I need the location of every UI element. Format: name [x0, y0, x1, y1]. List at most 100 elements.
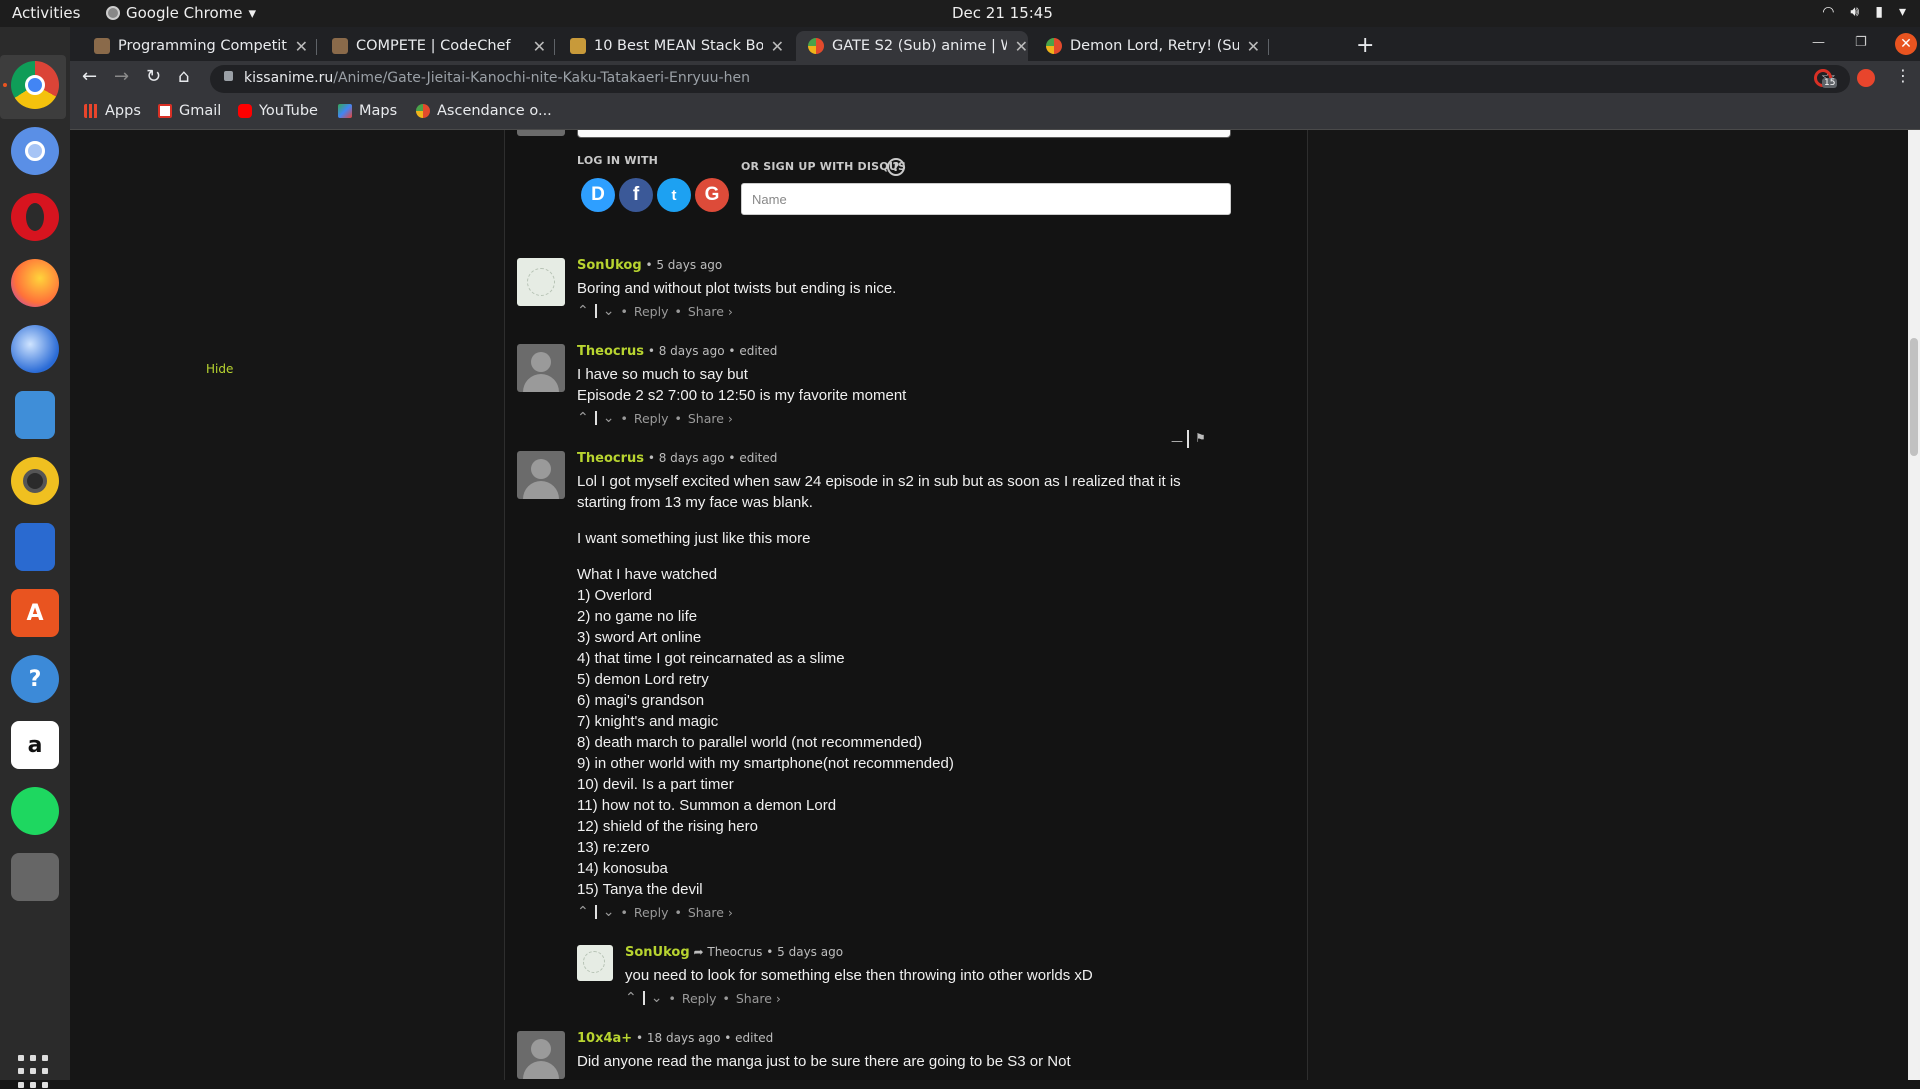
firefox-icon[interactable] — [11, 259, 59, 307]
show-applications-icon[interactable] — [18, 1055, 52, 1089]
username[interactable]: SonUkog — [625, 945, 690, 960]
reply-link[interactable]: Reply — [682, 991, 717, 1006]
hide-link[interactable]: Hide — [206, 362, 233, 376]
reply-link[interactable]: Reply — [634, 905, 669, 920]
url-host: kissanime.ru — [244, 70, 334, 86]
writer-icon[interactable] — [15, 523, 55, 571]
disqus-login-icon[interactable]: D — [581, 178, 615, 212]
downvote-icon[interactable]: ⌄ — [603, 303, 615, 319]
clock[interactable]: Dec 21 15:45 — [952, 4, 1053, 22]
reply-link[interactable]: Reply — [634, 304, 669, 319]
facebook-login-icon[interactable]: f — [619, 178, 653, 212]
reply-to-user[interactable]: Theocrus — [707, 945, 762, 959]
chrome-icon[interactable] — [11, 61, 59, 109]
comment-textbox[interactable] — [577, 130, 1231, 138]
upvote-icon[interactable]: ⌃ — [577, 303, 589, 319]
close-tab-icon[interactable]: ✕ — [771, 37, 784, 56]
username[interactable]: Theocrus — [577, 451, 644, 466]
comment-header: SonUkog ➦ Theocrus • 5 days ago — [625, 945, 843, 960]
trash-icon[interactable] — [11, 853, 59, 901]
tab-programming-competition[interactable]: Programming Competitio ✕ — [82, 31, 308, 61]
username[interactable]: SonUkog — [577, 258, 642, 273]
reload-button[interactable]: ↻ — [146, 66, 161, 87]
tab-codechef-compete[interactable]: COMPETE | CodeChef ✕ — [320, 31, 546, 61]
comment-header: Theocrus • 8 days ago • edited — [577, 344, 777, 359]
list-item: 12) shield of the rising hero — [577, 818, 758, 835]
wifi-icon: ◠ — [1822, 4, 1835, 20]
rhythmbox-icon[interactable] — [11, 457, 59, 505]
bookmark-youtube[interactable]: YouTube — [238, 103, 318, 119]
software-icon[interactable]: A — [11, 589, 59, 637]
reply-link[interactable]: Reply — [634, 411, 669, 426]
downvote-icon[interactable]: ⌄ — [651, 990, 663, 1006]
help-icon[interactable]: ? — [887, 158, 905, 176]
downvote-icon[interactable]: ⌄ — [603, 410, 615, 426]
flag-icon[interactable]: ⚑ — [1195, 431, 1206, 445]
upvote-icon[interactable]: ⌃ — [577, 410, 589, 426]
username[interactable]: Theocrus — [577, 344, 644, 359]
close-tab-icon[interactable]: ✕ — [1015, 37, 1028, 56]
forward-button[interactable]: → — [114, 66, 129, 87]
chromium-icon[interactable] — [11, 127, 59, 175]
list-item: 11) how not to. Summon a demon Lord — [577, 797, 837, 814]
close-tab-icon[interactable]: ✕ — [533, 37, 546, 56]
back-button[interactable]: ← — [82, 66, 97, 87]
comment-line: Episode 2 s2 7:00 to 12:50 is my favorit… — [577, 387, 907, 404]
avatar[interactable] — [517, 451, 565, 499]
avatar[interactable] — [517, 258, 565, 306]
list-item: 7) knight's and magic — [577, 713, 719, 730]
vote-divider — [642, 991, 645, 1005]
twitter-login-icon[interactable]: t — [657, 178, 691, 212]
downvote-icon[interactable]: ⌄ — [603, 904, 615, 920]
comment-body: Did anyone read the manga just to be sur… — [577, 1051, 1227, 1072]
activities-button[interactable]: Activities — [12, 4, 80, 22]
tab-mean-stack-books[interactable]: 10 Best MEAN Stack Book ✕ — [558, 31, 784, 61]
upvote-icon[interactable]: ⌃ — [577, 904, 589, 920]
share-link[interactable]: Share › — [688, 304, 733, 319]
avatar[interactable] — [517, 1031, 565, 1079]
avatar[interactable] — [577, 945, 613, 981]
bookmark-apps[interactable]: Apps — [84, 103, 141, 119]
list-item: 14) konosuba — [577, 860, 668, 877]
page-scrollbar[interactable] — [1908, 130, 1920, 1080]
dot-separator: • — [620, 904, 628, 920]
files-icon[interactable] — [15, 391, 55, 439]
help-icon[interactable]: ? — [11, 655, 59, 703]
list-item: 5) demon Lord retry — [577, 671, 709, 688]
tab-demon-lord-retry[interactable]: Demon Lord, Retry! (Sub) ✕ — [1034, 31, 1260, 61]
opera-icon[interactable] — [11, 193, 59, 241]
collapse-button[interactable]: — — [1171, 434, 1183, 448]
extension-icon[interactable] — [1857, 69, 1875, 87]
tab-gate-s2[interactable]: GATE S2 (Sub) anime | Wa ✕ — [796, 31, 1028, 61]
avatar[interactable] — [517, 344, 565, 392]
close-tab-icon[interactable]: ✕ — [1247, 37, 1260, 56]
restore-button[interactable]: ❐ — [1855, 35, 1867, 50]
close-tab-icon[interactable]: ✕ — [295, 37, 308, 56]
comment-line: you need to look for something else then… — [625, 967, 1093, 984]
name-field[interactable]: Name — [741, 183, 1231, 215]
bookmark-ascendance[interactable]: Ascendance o... — [416, 103, 552, 119]
app-menu[interactable]: Google Chrome ▾ — [106, 4, 256, 22]
share-link[interactable]: Share › — [688, 411, 733, 426]
thunderbird-icon[interactable] — [11, 325, 59, 373]
minimize-button[interactable]: — — [1812, 35, 1825, 50]
bookmark-maps[interactable]: Maps — [338, 103, 397, 119]
home-button[interactable]: ⌂ — [178, 66, 189, 87]
share-link[interactable]: Share › — [688, 905, 733, 920]
share-link[interactable]: Share › — [736, 991, 781, 1006]
amazon-icon[interactable]: a — [11, 721, 59, 769]
upvote-icon[interactable]: ⌃ — [625, 990, 637, 1006]
bookmark-gmail[interactable]: Gmail — [158, 103, 221, 119]
system-tray[interactable]: ◠ 🔊︎ ▮ ▾ — [1822, 4, 1906, 20]
username[interactable]: 10x4a+ — [577, 1031, 632, 1046]
scrollbar-thumb[interactable] — [1910, 338, 1918, 456]
spotify-icon[interactable] — [11, 787, 59, 835]
address-bar[interactable]: kissanime.ru/Anime/Gate-Jieitai-Kanochi-… — [210, 65, 1850, 93]
google-login-icon[interactable]: G — [695, 178, 729, 212]
new-tab-button[interactable]: + — [1356, 33, 1374, 58]
tab-separator — [1268, 39, 1269, 55]
chrome-menu-icon[interactable]: ⋮ — [1895, 66, 1911, 85]
close-window-button[interactable]: ✕ — [1895, 33, 1917, 55]
kissanime-favicon-icon — [808, 38, 824, 54]
volume-icon: 🔊︎ — [1850, 4, 1860, 20]
